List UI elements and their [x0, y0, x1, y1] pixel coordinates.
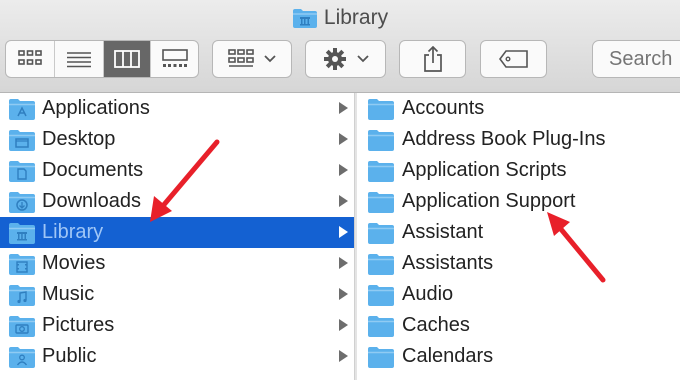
column-item-music[interactable]: Music	[0, 279, 354, 310]
column-item-calendars[interactable]: Calendars	[357, 341, 680, 372]
column-item-label: Public	[42, 345, 97, 367]
music-folder-icon	[9, 284, 35, 306]
chevron-down-icon	[356, 55, 369, 63]
window-toolbar: Library	[0, 0, 680, 93]
column-item-label: Calendars	[402, 345, 494, 367]
disclosure-arrow-icon	[339, 319, 348, 331]
sidebar-column: Applications Desktop Documents Downloads…	[0, 93, 354, 380]
column-item-label: Caches	[402, 314, 470, 336]
folder-icon	[368, 284, 394, 306]
column-item-label: Assistants	[402, 252, 494, 274]
pictures-folder-icon	[9, 315, 35, 337]
disclosure-arrow-icon	[339, 226, 348, 238]
group-by-button[interactable]	[212, 40, 292, 78]
columns-icon	[114, 50, 140, 68]
column-item-label: Address Book Plug-Ins	[402, 128, 606, 150]
column-item-public[interactable]: Public	[0, 341, 354, 372]
library-folder-icon	[9, 222, 35, 244]
folder-icon	[368, 191, 394, 213]
disclosure-arrow-icon	[339, 257, 348, 269]
column-item-label: Downloads	[42, 190, 141, 212]
library-contents-column: Accounts Address Book Plug-Ins Applicati…	[357, 93, 680, 380]
gallery-view-button[interactable]	[151, 41, 198, 77]
column-item-label: Application Scripts	[402, 159, 567, 181]
desktop-folder-icon	[9, 129, 35, 151]
column-item-audio[interactable]: Audio	[357, 279, 680, 310]
movies-folder-icon	[9, 253, 35, 275]
disclosure-arrow-icon	[339, 288, 348, 300]
search-field[interactable]	[592, 40, 680, 78]
icon-view-button[interactable]	[6, 41, 55, 77]
column-item-label: Audio	[402, 283, 454, 305]
column-item-label: Accounts	[402, 97, 485, 119]
column-item-label: Music	[42, 283, 95, 305]
column-item-label: Documents	[42, 159, 144, 181]
column-item-library[interactable]: Library	[0, 217, 354, 248]
icon-grid-icon	[18, 50, 42, 65]
downloads-folder-icon	[9, 191, 35, 213]
group-grid-icon	[228, 49, 254, 67]
column-item-label: Application Support	[402, 190, 576, 212]
column-item-desktop[interactable]: Desktop	[0, 124, 354, 155]
documents-folder-icon	[9, 160, 35, 182]
column-item-assistants[interactable]: Assistants	[357, 248, 680, 279]
column-item-applications[interactable]: Applications	[0, 93, 354, 124]
folder-icon	[368, 222, 394, 244]
disclosure-arrow-icon	[339, 164, 348, 176]
column-item-label: Assistant	[402, 221, 484, 243]
column-item-documents[interactable]: Documents	[0, 155, 354, 186]
column-item-label: Movies	[42, 252, 106, 274]
view-mode-selector[interactable]	[5, 40, 199, 78]
share-button[interactable]	[399, 40, 466, 78]
column-item-application-support[interactable]: Application Support	[357, 186, 680, 217]
column-item-label: Desktop	[42, 128, 116, 150]
disclosure-arrow-icon	[339, 195, 348, 207]
folder-icon	[368, 253, 394, 275]
column-item-assistant[interactable]: Assistant	[357, 217, 680, 248]
search-input[interactable]	[607, 46, 680, 72]
applications-folder-icon	[9, 98, 35, 120]
column-item-downloads[interactable]: Downloads	[0, 186, 354, 217]
folder-icon	[368, 129, 394, 151]
folder-icon	[368, 160, 394, 182]
folder-icon	[368, 315, 394, 337]
action-button[interactable]	[305, 40, 386, 78]
tag-icon	[498, 50, 528, 68]
column-item-movies[interactable]: Movies	[0, 248, 354, 279]
window-title: Library	[0, 4, 680, 32]
list-lines-icon	[67, 52, 91, 68]
share-icon	[423, 46, 442, 72]
tags-button[interactable]	[480, 40, 547, 78]
column-item-address-book-plug-ins[interactable]: Address Book Plug-Ins	[357, 124, 680, 155]
column-item-label: Applications	[42, 97, 150, 119]
column-item-application-scripts[interactable]: Application Scripts	[357, 155, 680, 186]
folder-icon	[368, 346, 394, 368]
column-item-accounts[interactable]: Accounts	[357, 93, 680, 124]
disclosure-arrow-icon	[339, 102, 348, 114]
library-folder-icon	[292, 9, 317, 28]
public-folder-icon	[9, 346, 35, 368]
column-view-button[interactable]	[104, 41, 151, 77]
column-item-label: Library	[42, 221, 104, 243]
chevron-down-icon	[264, 55, 276, 63]
disclosure-arrow-icon	[339, 350, 348, 362]
list-view-button[interactable]	[55, 41, 104, 77]
column-item-caches[interactable]: Caches	[357, 310, 680, 341]
gear-icon	[323, 48, 346, 70]
column-item-pictures[interactable]: Pictures	[0, 310, 354, 341]
folder-icon	[368, 98, 394, 120]
window-title-text: Library	[323, 6, 389, 29]
gallery-icon	[161, 49, 188, 67]
column-item-label: Pictures	[42, 314, 115, 336]
disclosure-arrow-icon	[339, 133, 348, 145]
